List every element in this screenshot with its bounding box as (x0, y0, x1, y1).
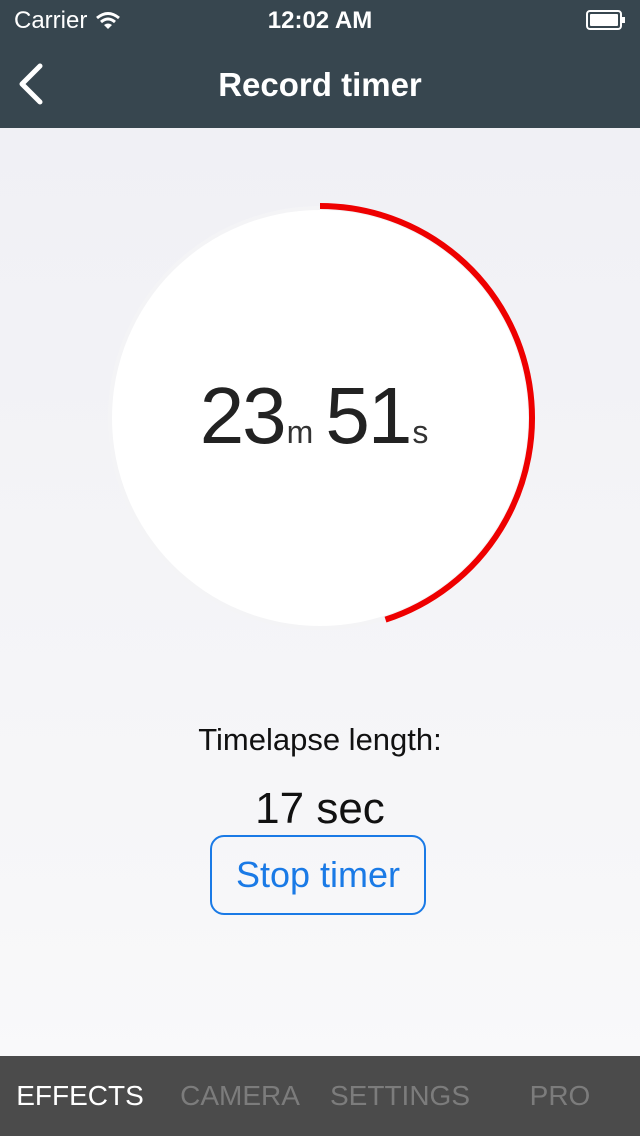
top-bar: Carrier 12:02 AM Record timer (0, 0, 640, 128)
timer-seconds-unit: s (412, 414, 429, 450)
timelapse-length-label: Timelapse length: (198, 722, 442, 757)
tab-settings[interactable]: SETTINGS (320, 1056, 480, 1136)
stop-timer-button[interactable]: Stop timer (210, 835, 426, 915)
tab-effects[interactable]: EFFECTS (0, 1056, 160, 1136)
page-title: Record timer (218, 66, 422, 103)
status-time: 12:02 AM (267, 7, 373, 34)
timelapse-length-value: 17 sec (255, 784, 385, 833)
timer-minutes-unit: m (286, 414, 314, 450)
timer-minutes: 23 (199, 371, 287, 460)
battery-icon (586, 10, 625, 30)
tab-pro[interactable]: PRO (480, 1056, 640, 1136)
timer-readout: 23 m 51 s (0, 370, 640, 470)
tab-camera[interactable]: CAMERA (160, 1056, 320, 1136)
timer-seconds: 51 (325, 371, 412, 460)
bottom-tab-bar: EFFECTS CAMERA SETTINGS PRO (0, 1056, 640, 1136)
